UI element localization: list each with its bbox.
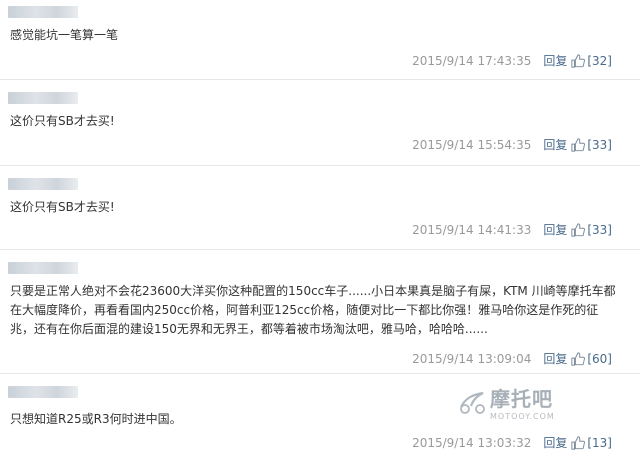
username-blurred[interactable] [8,386,78,398]
thumbs-up-icon[interactable] [571,137,586,152]
reply-button[interactable]: 回复 [543,350,567,367]
comment-text: 这价只有SB才去买! [10,114,115,128]
comment-meta: 2015/9/14 14:41:33 回复 [33] [412,221,612,238]
comment-timestamp: 2015/9/14 13:03:32 [412,435,532,450]
username-blurred[interactable] [8,262,78,274]
thumbs-up-icon[interactable] [571,53,586,68]
comment-meta: 2015/9/14 13:03:32 回复 [13] [412,434,612,451]
comment-text: 只要是正常人绝对不会花23600大洋买你这种配置的150cc车子......小日… [10,284,616,336]
comment-item: 只要是正常人绝对不会花23600大洋买你这种配置的150cc车子......小日… [0,250,640,374]
comment-timestamp: 2015/9/14 15:54:35 [412,137,532,152]
thumbs-up-icon[interactable] [571,351,586,366]
comment-item: 感觉能坑一笔算一笔 2015/9/14 17:43:35 回复 [32] [0,0,640,80]
comment-timestamp: 2015/9/14 13:09:04 [412,351,532,366]
watermark-name-cn: 摩托吧 [490,387,553,411]
like-count[interactable]: [13] [587,436,612,450]
comment-timestamp: 2015/9/14 17:43:35 [412,53,532,68]
comment-meta: 2015/9/14 17:43:35 回复 [32] [412,52,612,69]
watermark-name-en: MOTOOY.COM [490,412,555,421]
thumbs-up-icon[interactable] [571,435,586,450]
like-count[interactable]: [32] [587,54,612,68]
comment-meta: 2015/9/14 15:54:35 回复 [33] [412,136,612,153]
comment-item: 这价只有SB才去买! 2015/9/14 15:54:35 回复 [33] [0,80,640,166]
comment-timestamp: 2015/9/14 14:41:33 [412,222,532,237]
thumbs-up-icon[interactable] [571,222,586,237]
username-blurred[interactable] [8,178,78,190]
reply-button[interactable]: 回复 [543,136,567,153]
like-count[interactable]: [60] [587,352,612,366]
reply-button[interactable]: 回复 [543,434,567,451]
reply-button[interactable]: 回复 [543,52,567,69]
comment-item: 这价只有SB才去买! 2015/9/14 14:41:33 回复 [33] [0,166,640,250]
like-count[interactable]: [33] [587,138,612,152]
site-watermark: 摩托吧 MOTOOY.COM [458,383,555,421]
comment-text: 感觉能坑一笔算一笔 [10,28,119,42]
username-blurred[interactable] [8,92,78,104]
comment-text: 这价只有SB才去买! [10,200,115,214]
username-blurred[interactable] [8,6,78,18]
comment-meta: 2015/9/14 13:09:04 回复 [60] [412,350,612,367]
like-count[interactable]: [33] [587,223,612,237]
reply-button[interactable]: 回复 [543,221,567,238]
motorcycle-logo-icon [460,391,485,414]
